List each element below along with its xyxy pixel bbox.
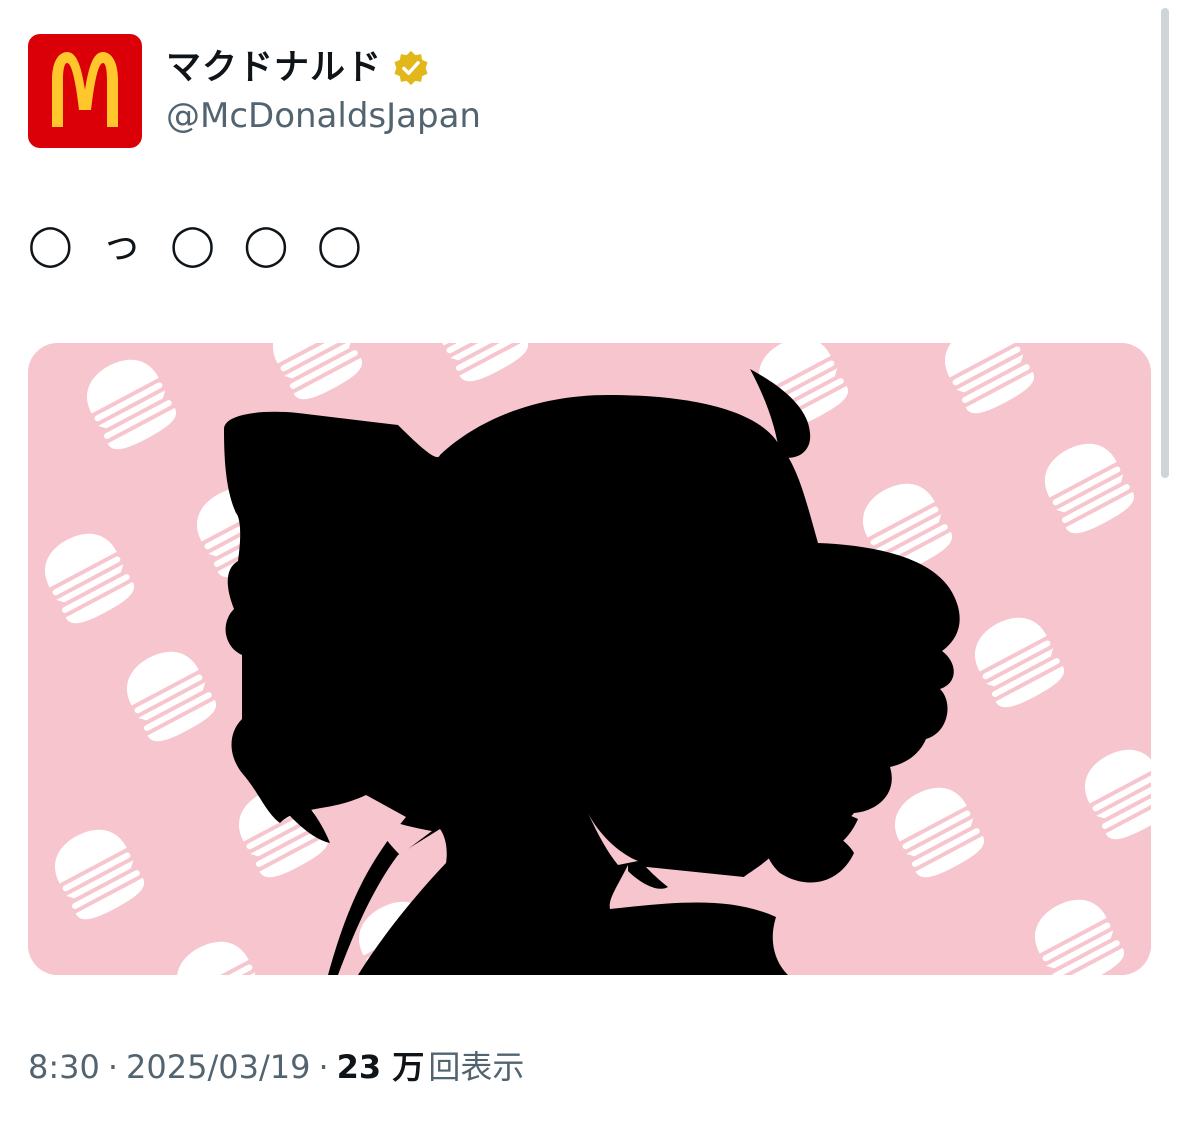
author-handle[interactable]: @McDonaldsJapan xyxy=(166,96,481,136)
tweet-image[interactable] xyxy=(28,343,1151,975)
tweet-text: ◯ っ ◯ ◯ ◯ xyxy=(28,222,370,268)
meta-separator: · xyxy=(107,1048,119,1086)
tweet-date[interactable]: 2025/03/19 xyxy=(126,1048,310,1086)
meta-separator: · xyxy=(318,1048,329,1086)
avatar[interactable] xyxy=(28,34,142,148)
verified-badge-icon[interactable] xyxy=(392,49,430,87)
scrollbar[interactable] xyxy=(1161,8,1169,478)
media-artwork xyxy=(28,343,1151,975)
views-label: 回表示 xyxy=(428,1048,525,1086)
author-name-row[interactable]: マクドナルド xyxy=(166,42,430,94)
tweet-detail: マクドナルド @McDonaldsJapan ◯ っ ◯ ◯ ◯ 8:30 · … xyxy=(0,0,1179,1125)
mcdonalds-logo-icon xyxy=(28,34,142,148)
views-count: 23 万 xyxy=(336,1048,425,1086)
tweet-meta: 8:30 · 2025/03/19 · 23 万回表示 xyxy=(28,1046,524,1088)
tweet-time[interactable]: 8:30 xyxy=(28,1048,100,1086)
display-name[interactable]: マクドナルド xyxy=(166,50,382,86)
